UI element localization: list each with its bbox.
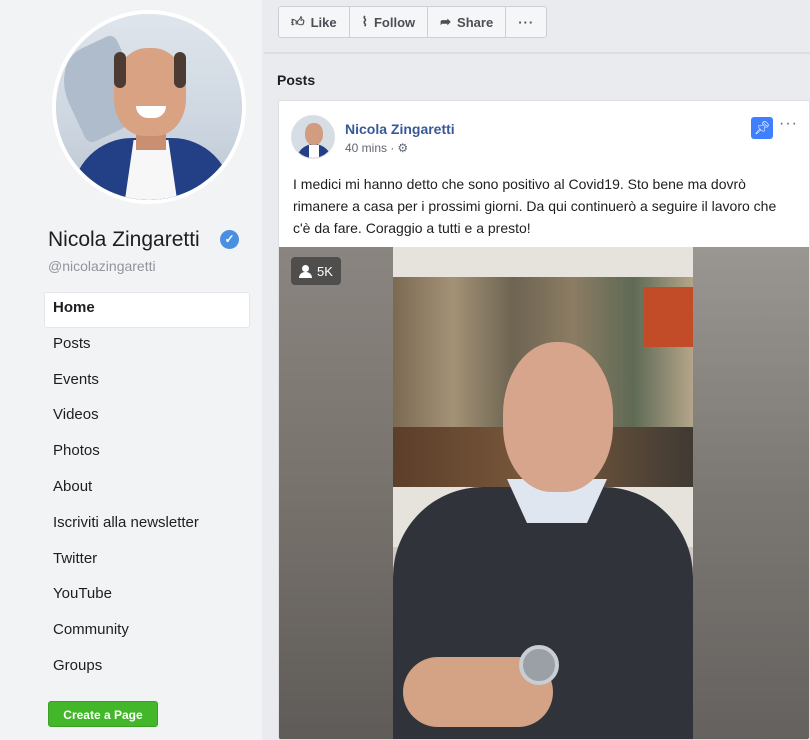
left-sidebar: Nicola Zingaretti ✓ @nicolazingaretti Ho… [0, 0, 262, 740]
page-handle[interactable]: @nicolazingaretti [48, 258, 156, 274]
nav-item-groups[interactable]: Groups [44, 650, 250, 686]
follow-button[interactable]: ⌇ Follow [350, 7, 429, 37]
follow-icon: ⌇ [361, 14, 368, 29]
nav-item-home[interactable]: Home [44, 292, 250, 328]
nav-item-events[interactable]: Events [44, 364, 250, 400]
main-column: 👍︎ Like ⌇ Follow ➦ Share ··· Posts Nicol… [264, 0, 810, 740]
profile-picture-hair [114, 52, 126, 88]
create-page-button[interactable]: Create a Page [48, 701, 158, 727]
more-actions-button[interactable]: ··· [506, 7, 546, 37]
like-icon: 👍︎ [291, 14, 305, 29]
page-action-buttons: 👍︎ Like ⌇ Follow ➦ Share ··· [278, 6, 548, 38]
posts-section-title: Posts [277, 72, 316, 88]
share-label: Share [457, 14, 494, 30]
video-blur-left [279, 247, 393, 739]
painting-detail [643, 287, 693, 347]
post-options-button[interactable]: ··· [779, 115, 798, 133]
divider [264, 52, 810, 54]
post-meta: 40 mins · ⚙ [345, 141, 408, 155]
like-button[interactable]: 👍︎ Like [279, 7, 350, 37]
profile-picture-hair [174, 52, 186, 88]
avatar-face [305, 123, 323, 145]
nav-item-photos[interactable]: Photos [44, 435, 250, 471]
page-name[interactable]: Nicola Zingaretti [48, 228, 200, 252]
share-button[interactable]: ➦ Share [428, 7, 507, 37]
follow-label: Follow [373, 14, 416, 30]
gear-icon[interactable]: ⚙ [397, 141, 408, 155]
live-viewer-count: 5K [291, 257, 341, 285]
viewer-icon [299, 264, 312, 278]
share-icon: ➦ [440, 14, 452, 29]
verified-icon: ✓ [220, 230, 239, 249]
viewer-count: 5K [317, 263, 333, 279]
video-blur-right [693, 247, 809, 739]
nav-item-about[interactable]: About [44, 471, 250, 507]
nav-item-posts[interactable]: Posts [44, 328, 250, 364]
pin-icon[interactable]: 📌︎ [751, 117, 773, 139]
post-timestamp[interactable]: 40 mins · [345, 141, 394, 155]
post-text: I medici mi hanno detto che sono positiv… [293, 176, 777, 236]
nav-item-youtube[interactable]: YouTube [44, 578, 250, 614]
post-author-avatar[interactable] [291, 115, 335, 159]
video-frame [393, 247, 693, 739]
nav-item-newsletter[interactable]: Iscriviti alla newsletter [44, 507, 250, 543]
like-label: Like [310, 14, 337, 30]
post-video[interactable]: 5K [279, 247, 809, 739]
avatar-shirt [309, 145, 319, 158]
post-author-name[interactable]: Nicola Zingaretti [345, 121, 455, 137]
profile-picture[interactable] [52, 10, 246, 204]
video-person-watch [519, 645, 559, 685]
nav-item-videos[interactable]: Videos [44, 399, 250, 435]
nav-item-community[interactable]: Community [44, 614, 250, 650]
nav-item-twitter[interactable]: Twitter [44, 543, 250, 579]
video-person-face [503, 342, 613, 492]
page-action-bar: 👍︎ Like ⌇ Follow ➦ Share ··· [264, 0, 810, 54]
page-navigation: Home Posts Events Videos Photos About Is… [44, 292, 250, 686]
post-card: Nicola Zingaretti 40 mins · ⚙ 📌︎ ··· I m… [278, 100, 810, 740]
